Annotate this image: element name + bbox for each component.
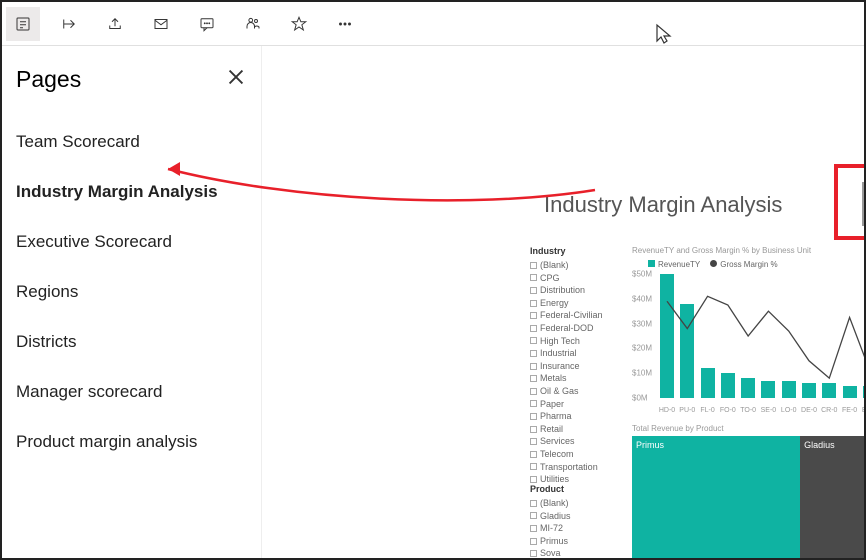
more-icon[interactable] bbox=[328, 7, 362, 41]
slicer-option[interactable]: (Blank) bbox=[530, 259, 620, 272]
treemap-chart[interactable]: PrimusGladius(Blank) bbox=[632, 436, 864, 558]
star-icon[interactable] bbox=[282, 7, 316, 41]
slicer-option[interactable]: High Tech bbox=[530, 335, 620, 348]
slicer-option[interactable]: Telecom bbox=[530, 448, 620, 461]
close-icon[interactable] bbox=[225, 66, 247, 93]
page-item-3[interactable]: Regions bbox=[16, 267, 247, 317]
treemap-block[interactable]: Gladius bbox=[800, 436, 864, 558]
slicer-option[interactable]: Energy bbox=[530, 297, 620, 310]
page-item-4[interactable]: Districts bbox=[16, 317, 247, 367]
slicer-option[interactable]: MI-72 bbox=[530, 522, 620, 535]
page-item-1[interactable]: Industry Margin Analysis bbox=[16, 167, 247, 217]
slicer-option[interactable]: Industrial bbox=[530, 347, 620, 360]
page-item-5[interactable]: Manager scorecard bbox=[16, 367, 247, 417]
slicer-option[interactable]: Services bbox=[530, 435, 620, 448]
chat-icon[interactable] bbox=[190, 7, 224, 41]
mail-icon[interactable] bbox=[144, 7, 178, 41]
chart-title-barline: RevenueTY and Gross Margin % by Business… bbox=[632, 246, 811, 255]
slicer-option[interactable]: Retail bbox=[530, 423, 620, 436]
report-title: Industry Margin Analysis bbox=[544, 192, 782, 218]
mouse-cursor-icon bbox=[655, 23, 673, 45]
barline-chart[interactable]: $50M$40M$30M$20M$10M$0M 80%60%40%20%0%-2… bbox=[632, 274, 864, 414]
industry-slicer[interactable]: Industry (Blank)CPGDistributionEnergyFed… bbox=[530, 246, 620, 486]
share-icon[interactable] bbox=[98, 7, 132, 41]
slicer-option[interactable]: Gladius bbox=[530, 510, 620, 523]
treemap-block[interactable]: Primus bbox=[632, 436, 800, 558]
slicer-option[interactable]: Metals bbox=[530, 372, 620, 385]
treemap-title: Total Revenue by Product bbox=[632, 424, 724, 433]
slicer-option[interactable]: Distribution bbox=[530, 284, 620, 297]
slicer-title: Industry bbox=[530, 246, 620, 256]
slicer-option[interactable]: Paper bbox=[530, 398, 620, 411]
slicer-option[interactable]: Federal-DOD bbox=[530, 322, 620, 335]
slicer-option[interactable]: CPG bbox=[530, 272, 620, 285]
slicer-option[interactable]: Federal-Civilian bbox=[530, 309, 620, 322]
top-toolbar bbox=[2, 2, 864, 46]
page-item-0[interactable]: Team Scorecard bbox=[16, 117, 247, 167]
slicer-option[interactable]: Oil & Gas bbox=[530, 385, 620, 398]
page-item-2[interactable]: Executive Scorecard bbox=[16, 217, 247, 267]
slicer-option[interactable]: Transportation bbox=[530, 461, 620, 474]
slicer-option[interactable]: (Blank) bbox=[530, 497, 620, 510]
pages-pane: Pages Team ScorecardIndustry Margin Anal… bbox=[2, 46, 262, 558]
product-slicer[interactable]: Product (Blank)GladiusMI-72PrimusSova bbox=[530, 484, 620, 558]
go-icon[interactable] bbox=[52, 7, 86, 41]
team-scorecard-button[interactable]: Team scorecard bbox=[862, 182, 864, 226]
slicer-option[interactable]: Pharma bbox=[530, 410, 620, 423]
annotation-highlight bbox=[834, 164, 864, 240]
slicer-title: Product bbox=[530, 484, 620, 494]
pages-title: Pages bbox=[16, 66, 81, 93]
slicer-option[interactable]: Sova bbox=[530, 547, 620, 558]
barline-legend: RevenueTY Gross Margin % bbox=[648, 260, 778, 269]
slicer-option[interactable]: Primus bbox=[530, 535, 620, 548]
teams-icon[interactable] bbox=[236, 7, 270, 41]
slicer-option[interactable]: Insurance bbox=[530, 360, 620, 373]
menu-icon[interactable] bbox=[6, 7, 40, 41]
report-canvas: Industry Margin Analysis Team scorecard … bbox=[262, 46, 864, 558]
page-item-6[interactable]: Product margin analysis bbox=[16, 417, 247, 467]
